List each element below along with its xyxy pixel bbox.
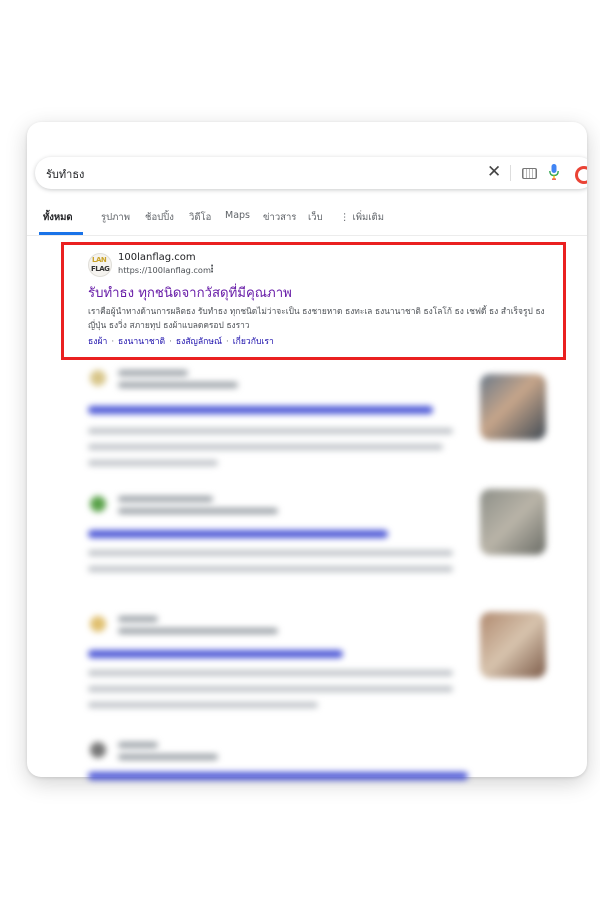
sitelink-1[interactable]: ธงผ้า <box>88 337 107 347</box>
favicon-text-top: LAN <box>92 256 107 264</box>
search-bar[interactable]: รับทำธง ✕ <box>35 157 587 189</box>
more-dots-icon: ⋮ <box>340 212 353 223</box>
microphone-icon[interactable] <box>549 164 559 180</box>
tab-more-label: เพิ่มเติม <box>352 212 384 223</box>
divider <box>510 165 511 181</box>
tab-videos[interactable]: วิดีโอ <box>189 210 211 225</box>
tab-web[interactable]: เว็บ <box>308 210 323 225</box>
close-icon[interactable]: ✕ <box>487 162 501 182</box>
favicon-text-bottom: FLAG <box>91 265 110 273</box>
tabs-divider <box>27 235 587 236</box>
sitelink-3[interactable]: ธงสัญลักษณ์ <box>176 337 222 347</box>
tab-all[interactable]: ทั้งหมด <box>43 210 73 225</box>
site-url[interactable]: https://100lanflag.com <box>118 265 211 275</box>
tab-maps[interactable]: Maps <box>225 210 250 221</box>
tab-shopping[interactable]: ช้อปปิ้ง <box>145 210 174 225</box>
blurred-results <box>88 368 558 780</box>
tab-more[interactable]: ⋮ เพิ่มเติม <box>340 210 384 225</box>
site-favicon[interactable]: LAN FLAG <box>88 253 112 277</box>
result-snippet: เราคือผู้นำทางด้านการผลิตธง รับทำธง ทุกช… <box>88 306 545 330</box>
sitelinks: ธงผ้า · ธงนานาชาติ · ธงสัญลักษณ์ · เกี่ยวกับเร… <box>88 337 274 347</box>
more-options-icon[interactable]: ⋮ <box>207 264 217 275</box>
tab-news[interactable]: ข่าวสาร <box>263 210 296 225</box>
lens-icon[interactable] <box>575 166 587 184</box>
search-input[interactable]: รับทำธง <box>46 165 84 183</box>
result-title-link[interactable]: รับทำธง ทุกชนิดจากวัสดุที่มีคุณภาพ <box>88 282 292 303</box>
tab-images[interactable]: รูปภาพ <box>101 210 130 225</box>
sitelink-2[interactable]: ธงนานาชาติ <box>118 337 165 347</box>
sitelink-4[interactable]: เกี่ยวกับเรา <box>233 337 274 347</box>
site-name[interactable]: 100lanflag.com <box>118 252 196 263</box>
keyboard-icon[interactable] <box>522 168 537 179</box>
